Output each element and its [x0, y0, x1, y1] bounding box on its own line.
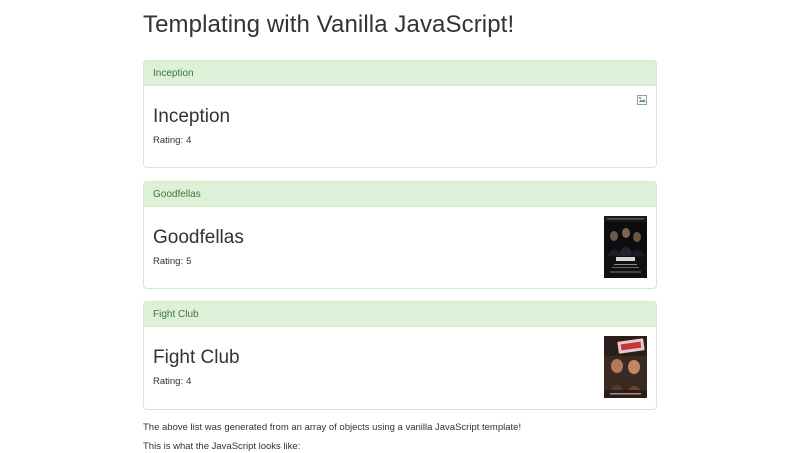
page-title: Templating with Vanilla JavaScript!	[143, 11, 515, 38]
goodfellas-poster-image	[604, 216, 647, 278]
rating-label: Rating:	[153, 135, 184, 146]
rating-value: 4	[186, 135, 192, 146]
movie-title: Goodfellas	[153, 227, 244, 248]
panel-body: Goodfellas Rating: 5	[144, 207, 656, 288]
rating-label: Rating:	[153, 376, 184, 387]
rating-label: Rating:	[153, 256, 184, 267]
movie-title: Inception	[153, 106, 231, 127]
panel-heading: Goodfellas	[144, 182, 656, 207]
movie-rating: Rating: 4	[153, 135, 191, 147]
panel-heading: Fight Club	[144, 302, 656, 327]
panel-heading: Inception	[144, 61, 656, 86]
main-container: Templating with Vanilla JavaScript! Ince…	[143, 0, 657, 452]
footer-description: The above list was generated from an arr…	[143, 422, 522, 433]
rating-value: 4	[186, 376, 192, 387]
panel-body: Inception Rating: 4	[144, 86, 656, 167]
movie-rating: Rating: 4	[153, 376, 191, 388]
movie-rating: Rating: 5	[153, 256, 191, 268]
movie-panel-goodfellas: Goodfellas Goodfellas Rating: 5	[143, 181, 657, 289]
footer-code-intro: This is what the JavaScript looks like:	[143, 441, 301, 452]
movie-title: Fight Club	[153, 347, 240, 368]
broken-image-icon	[637, 95, 647, 105]
panel-body: Fight Club Rating: 4	[144, 327, 656, 408]
movie-panel-fight-club: Fight Club Fight Club Rating: 4	[143, 301, 657, 410]
movie-panel-inception: Inception Inception Rating: 4	[143, 60, 657, 168]
rating-value: 5	[186, 256, 192, 267]
fight-club-poster-image	[604, 336, 647, 398]
